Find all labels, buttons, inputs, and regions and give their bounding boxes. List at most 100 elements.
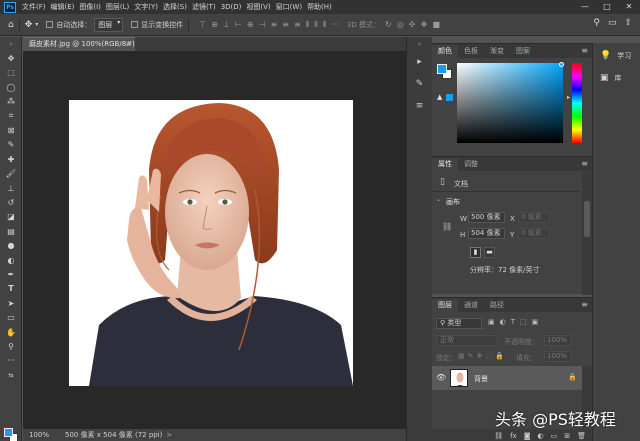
x-input[interactable]: 0 像素: [518, 212, 550, 223]
layer-name[interactable]: 背景: [474, 374, 488, 384]
maximize-button[interactable]: □: [596, 0, 618, 14]
menu-filter[interactable]: 滤镜(T): [192, 2, 216, 12]
distribute-top-icon[interactable]: ≡: [271, 20, 278, 29]
gradient-tool-icon[interactable]: ▤: [0, 224, 22, 238]
trash-icon[interactable]: 🗑: [577, 432, 586, 440]
frame-tool-icon[interactable]: ⊠: [0, 123, 22, 137]
tab-swatches[interactable]: 色板: [458, 45, 484, 58]
eye-icon[interactable]: 👁: [436, 373, 446, 382]
mask-icon[interactable]: ◙: [524, 432, 531, 440]
link-icon[interactable]: ⛓: [494, 432, 503, 440]
auto-select-checkbox[interactable]: [46, 21, 54, 28]
workspace-icon[interactable]: ▭: [608, 18, 617, 28]
menu-layer[interactable]: 图层(L): [106, 2, 129, 12]
menu-3d[interactable]: 3D(D): [221, 3, 242, 11]
menu-type[interactable]: 文字(Y): [134, 2, 158, 12]
menu-image[interactable]: 图像(I): [79, 2, 101, 12]
zoom-level[interactable]: 100%: [29, 431, 59, 439]
align-right-icon[interactable]: ⊣: [259, 20, 266, 29]
status-menu-arrow-icon[interactable]: >: [166, 431, 172, 439]
tab-adjustments[interactable]: 调整: [458, 158, 484, 171]
tab-properties[interactable]: 属性: [432, 158, 458, 171]
dodge-tool-icon[interactable]: ◐: [0, 253, 22, 267]
close-window-button[interactable]: ✕: [618, 0, 640, 14]
menu-window[interactable]: 窗口(W): [276, 2, 302, 12]
libraries-item[interactable]: ▣ 库: [593, 67, 640, 89]
panel-menu-icon[interactable]: ≡: [581, 46, 588, 55]
healing-brush-tool-icon[interactable]: ✚: [0, 152, 22, 166]
menu-file[interactable]: 文件(F): [22, 2, 46, 12]
move-tool-icon[interactable]: ✥: [0, 51, 22, 65]
brush-settings-icon[interactable]: ✎: [407, 73, 432, 95]
3d-pan-icon[interactable]: ✣: [409, 20, 416, 29]
align-top-icon[interactable]: ⊤: [199, 20, 206, 29]
link-dimensions-icon[interactable]: ⛓: [442, 222, 452, 231]
canvas-image[interactable]: [69, 100, 353, 386]
group-icon[interactable]: ▭: [551, 432, 558, 440]
hue-slider[interactable]: [572, 63, 582, 143]
marquee-tool-icon[interactable]: ⬚: [0, 66, 22, 80]
web-safe-swatch[interactable]: [446, 94, 453, 101]
crop-tool-icon[interactable]: ⌗: [0, 109, 22, 123]
photoshop-logo[interactable]: Ps: [4, 1, 16, 13]
menu-help[interactable]: 帮助(H): [307, 2, 332, 12]
menu-edit[interactable]: 编辑(E): [51, 2, 75, 12]
learn-item[interactable]: 💡 学习: [593, 45, 640, 67]
swap-colors-icon[interactable]: ⇆: [0, 368, 22, 382]
blur-tool-icon[interactable]: ●: [0, 238, 22, 252]
color-foreground-swatch[interactable]: [437, 64, 447, 74]
landscape-orientation-icon[interactable]: ▬: [484, 247, 495, 258]
portrait-orientation-icon[interactable]: ▮: [470, 247, 481, 258]
blend-mode-dropdown[interactable]: 正常: [436, 335, 498, 346]
layer-filter-dropdown[interactable]: ⚲ 类型: [436, 318, 482, 329]
properties-scrollbar[interactable]: [582, 171, 592, 295]
pen-tool-icon[interactable]: ✒: [0, 267, 22, 281]
eraser-tool-icon[interactable]: ◪: [0, 210, 22, 224]
dock-collapse-icon[interactable]: «: [407, 37, 432, 51]
search-icon[interactable]: ⚲: [593, 18, 600, 28]
edit-toolbar-icon[interactable]: ···: [0, 354, 22, 368]
move-tool-icon[interactable]: ✥: [25, 20, 33, 30]
brush-tool-icon[interactable]: 🖌: [0, 167, 22, 181]
tab-layers[interactable]: 图层: [432, 299, 458, 312]
home-icon[interactable]: ⌂: [8, 20, 14, 30]
auto-select-dropdown[interactable]: 图层: [94, 17, 124, 32]
align-left-icon[interactable]: ⊢: [235, 20, 242, 29]
layer-filter-icons[interactable]: ▣◐T⬚▣: [488, 318, 543, 326]
hand-tool-icon[interactable]: ✋: [0, 325, 22, 339]
menu-select[interactable]: 选择(S): [163, 2, 187, 12]
minimize-button[interactable]: —: [574, 0, 596, 14]
tab-gradients[interactable]: 渐变: [484, 45, 510, 58]
history-panel-icon[interactable]: ▸: [407, 51, 432, 73]
hue-slider-handle-icon[interactable]: ▸: [567, 94, 570, 101]
clone-stamp-tool-icon[interactable]: ⊥: [0, 181, 22, 195]
3d-slide-icon[interactable]: ❖: [420, 20, 427, 29]
tab-patterns[interactable]: 图案: [510, 45, 536, 58]
3d-roll-icon[interactable]: ◎: [397, 20, 404, 29]
zoom-tool-icon[interactable]: ⚲: [0, 339, 22, 353]
color-picker-marker[interactable]: [559, 62, 564, 67]
distribute-center-icon[interactable]: ⦀: [314, 20, 318, 30]
distribute-right-icon[interactable]: ⦀: [323, 20, 327, 30]
3d-scale-icon[interactable]: ■: [433, 20, 441, 29]
show-transform-checkbox[interactable]: [131, 21, 139, 28]
section-chevron-icon[interactable]: ⌄: [436, 196, 441, 203]
tab-channels[interactable]: 通道: [458, 299, 484, 312]
fx-icon[interactable]: fx: [510, 432, 517, 440]
distribute-left-icon[interactable]: ⦀: [306, 20, 310, 30]
adjustments-panel-icon[interactable]: ≡: [407, 95, 432, 117]
panel-menu-icon[interactable]: ≡: [581, 159, 588, 168]
width-input[interactable]: 500 像素: [468, 212, 505, 223]
align-bottom-icon[interactable]: ⊥: [223, 20, 230, 29]
layer-row[interactable]: 👁 背景 🔒: [432, 366, 582, 390]
toolbar-collapse-icon[interactable]: »: [0, 37, 22, 51]
path-selection-tool-icon[interactable]: ➤: [0, 296, 22, 310]
more-options-icon[interactable]: ···: [331, 20, 339, 29]
fill-input[interactable]: 100%: [544, 351, 572, 362]
scrollbar-thumb[interactable]: [584, 201, 590, 237]
new-layer-icon[interactable]: ⊞: [564, 432, 570, 440]
menu-view[interactable]: 视图(V): [246, 2, 270, 12]
height-input[interactable]: 504 像素: [468, 228, 505, 239]
quick-select-tool-icon[interactable]: ⁂: [0, 95, 22, 109]
eyedropper-tool-icon[interactable]: ✎: [0, 138, 22, 152]
